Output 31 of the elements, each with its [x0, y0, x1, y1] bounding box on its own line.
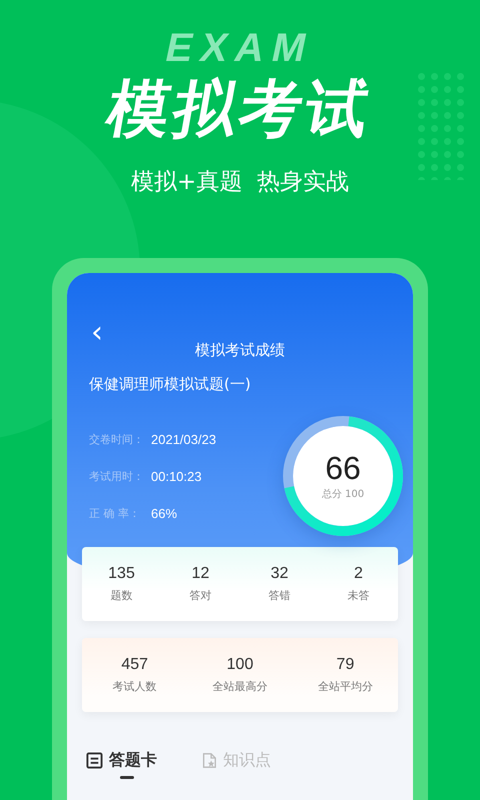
info-value: 00:10:23: [151, 468, 202, 484]
document-star-icon: [202, 752, 217, 769]
stat-label: 答对: [190, 588, 212, 603]
stat-label: 题数: [110, 588, 132, 603]
stat-value: 100: [226, 656, 254, 674]
info-value: 66%: [151, 506, 178, 520]
headline: 模拟考试: [102, 76, 378, 142]
score-value: 66: [325, 451, 361, 485]
stat-label: 答错: [268, 588, 290, 603]
info-label: 考试用时：: [89, 468, 145, 484]
screen-title: 模拟考试成绩: [194, 341, 286, 360]
stat-value: 135: [108, 565, 135, 583]
info-label: 交卷时间：: [89, 432, 145, 446]
stat-value: 12: [192, 565, 210, 583]
back-button[interactable]: ‹: [87, 318, 107, 348]
tagline: 模拟+真题 热身实战: [131, 168, 349, 196]
stat-value: 457: [121, 656, 148, 674]
stat-label: 全站最高分: [212, 679, 268, 694]
tab[interactable]: 答题卡: [86, 750, 157, 779]
exam-name: 保健调理师模拟试题(一): [89, 375, 252, 394]
stat-value: 32: [270, 565, 288, 583]
score-caption: 总分 100: [322, 488, 364, 501]
answer-sheet-icon: [86, 752, 103, 769]
stat-value: 79: [336, 656, 354, 674]
stat-label: 考试人数: [112, 679, 157, 694]
background-word: EXAM: [162, 26, 318, 70]
stat-value: 2: [354, 565, 363, 583]
info-label: 正 确 率：: [89, 506, 141, 520]
stat-label: 未答: [348, 588, 370, 603]
info-value: 2021/03/23: [151, 432, 216, 446]
stat-label: 全站平均分: [318, 679, 373, 694]
